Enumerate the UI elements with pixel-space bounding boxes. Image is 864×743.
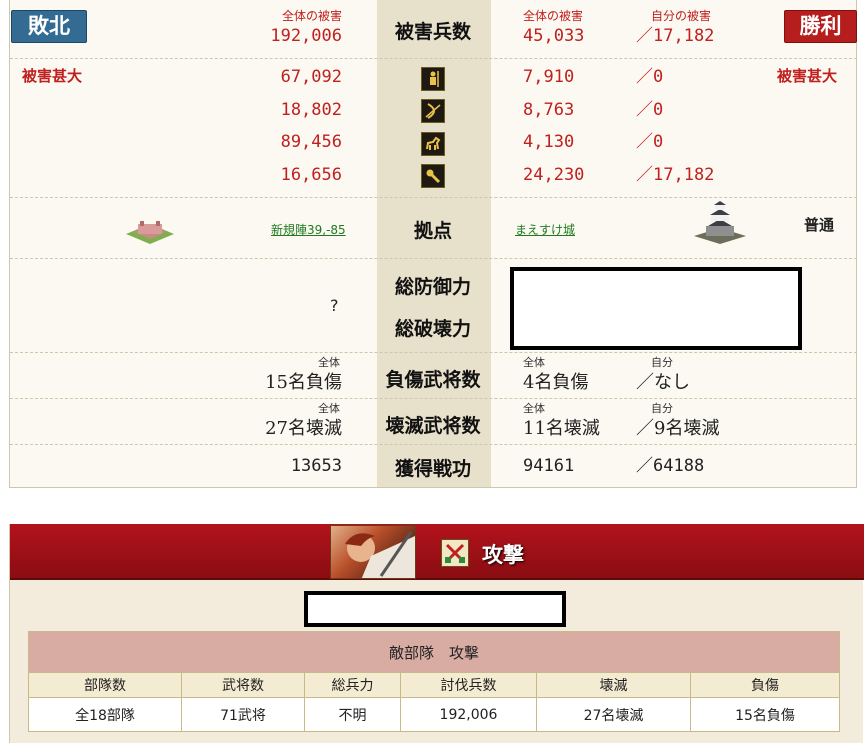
column-header: 総兵力 xyxy=(304,672,401,698)
enemy-attack-summary-table: 敵部隊 攻撃 部隊数 武将数 総兵力 討伐兵数 壊滅 負傷 全18部隊 71武将… xyxy=(28,631,840,732)
left-destroyed-label: 全体 xyxy=(318,402,340,415)
column-header: 討伐兵数 xyxy=(400,672,537,698)
casualties-heading: 被害兵数 xyxy=(394,21,471,43)
unit-left-value: 16,656 xyxy=(280,165,342,185)
right-total-value: 45,033 xyxy=(523,26,585,46)
left-merit-value: 13653 xyxy=(290,456,342,476)
column-header: 壊滅 xyxy=(536,672,691,698)
own-damage-value: ／17,182 xyxy=(636,26,715,46)
unit-left-value: 89,456 xyxy=(280,132,342,152)
table-cell: 全18部隊 xyxy=(28,697,182,732)
total-defense-heading: 総防御力 xyxy=(394,276,471,298)
table-cell: 192,006 xyxy=(400,697,537,732)
table-caption: 敵部隊 攻撃 xyxy=(28,631,840,673)
unit-left-value: 67,092 xyxy=(280,67,342,87)
unit-left-value: 18,802 xyxy=(280,100,342,120)
table-cell: 27名壊滅 xyxy=(536,697,691,732)
own-wounded-label: 自分 xyxy=(651,356,673,369)
attack-title: 攻撃 xyxy=(482,543,524,567)
right-destroyed-label: 全体 xyxy=(523,402,545,415)
general-portrait xyxy=(330,525,416,579)
total-destruction-heading: 総破壊力 xyxy=(394,318,471,340)
difficulty-label: 普通 xyxy=(804,216,835,234)
divider xyxy=(10,58,857,59)
own-wounded-value: ／なし xyxy=(636,372,690,393)
unit-right-value: 4,130 xyxy=(523,132,575,152)
column-header: 武将数 xyxy=(181,672,305,698)
divider xyxy=(10,258,857,259)
camp-icon xyxy=(124,212,176,246)
unit-right-value: 24,230 xyxy=(523,165,585,185)
redacted-box xyxy=(510,267,802,350)
right-destroyed-value: 11名壊滅 xyxy=(523,418,600,439)
cavalry-icon xyxy=(421,132,445,156)
merit-heading: 獲得戦功 xyxy=(394,458,471,480)
own-destroyed-value: ／9名壊滅 xyxy=(636,418,720,439)
divider xyxy=(10,444,857,445)
defeat-badge: 敗北 xyxy=(11,10,87,43)
own-merit-value: ／64188 xyxy=(636,456,705,476)
divider xyxy=(10,352,857,353)
spearman-icon xyxy=(421,67,445,91)
unit-right-value: 8,763 xyxy=(523,100,575,120)
right-wounded-value: 4名負傷 xyxy=(523,372,589,393)
left-wounded-value: 15名負傷 xyxy=(265,372,342,393)
unit-own-value: ／0 xyxy=(636,100,664,120)
unit-right-value: 7,910 xyxy=(523,67,575,87)
archer-icon xyxy=(421,99,445,123)
left-defense-value: ? xyxy=(330,296,339,315)
destroyed-generals-heading: 壊滅武将数 xyxy=(385,415,481,437)
left-total-value: 192,006 xyxy=(270,26,342,46)
own-damage-label: 自分の被害 xyxy=(651,9,712,23)
left-base-link[interactable]: 新規陣39,-85 xyxy=(271,219,346,238)
right-heavy-damage: 被害甚大 xyxy=(777,67,838,85)
left-destroyed-value: 27名壊滅 xyxy=(265,418,342,439)
column-header: 負傷 xyxy=(690,672,840,698)
wounded-generals-heading: 負傷武将数 xyxy=(385,369,481,391)
attack-section: 攻撃 敵部隊 攻撃 部隊数 武将数 総兵力 討伐兵数 壊滅 負傷 全18部隊 7… xyxy=(9,524,864,743)
right-base-link[interactable]: まえすけ城 xyxy=(515,219,575,238)
column-header: 部隊数 xyxy=(28,672,182,698)
right-merit-value: 94161 xyxy=(523,456,575,476)
divider xyxy=(10,398,857,399)
unit-own-value: ／0 xyxy=(636,67,664,87)
unit-own-value: ／17,182 xyxy=(636,165,715,185)
crossed-swords-icon xyxy=(441,539,469,567)
right-wounded-label: 全体 xyxy=(523,356,545,369)
left-heavy-damage: 被害甚大 xyxy=(22,67,83,85)
left-total-label: 全体の被害 xyxy=(281,9,342,23)
left-wounded-label: 全体 xyxy=(318,356,340,369)
attack-banner: 攻撃 xyxy=(10,524,864,580)
own-destroyed-label: 自分 xyxy=(651,402,673,415)
base-heading: 拠点 xyxy=(413,220,452,242)
table-cell: 15名負傷 xyxy=(690,697,840,732)
castle-icon xyxy=(692,200,748,246)
divider xyxy=(10,197,857,198)
table-cell: 不明 xyxy=(304,697,401,732)
right-total-label: 全体の被害 xyxy=(523,9,584,23)
siege-icon xyxy=(421,164,445,188)
unit-own-value: ／0 xyxy=(636,132,664,152)
victory-badge: 勝利 xyxy=(784,10,857,43)
table-cell: 71武将 xyxy=(181,697,305,732)
redacted-name-box xyxy=(304,591,566,627)
